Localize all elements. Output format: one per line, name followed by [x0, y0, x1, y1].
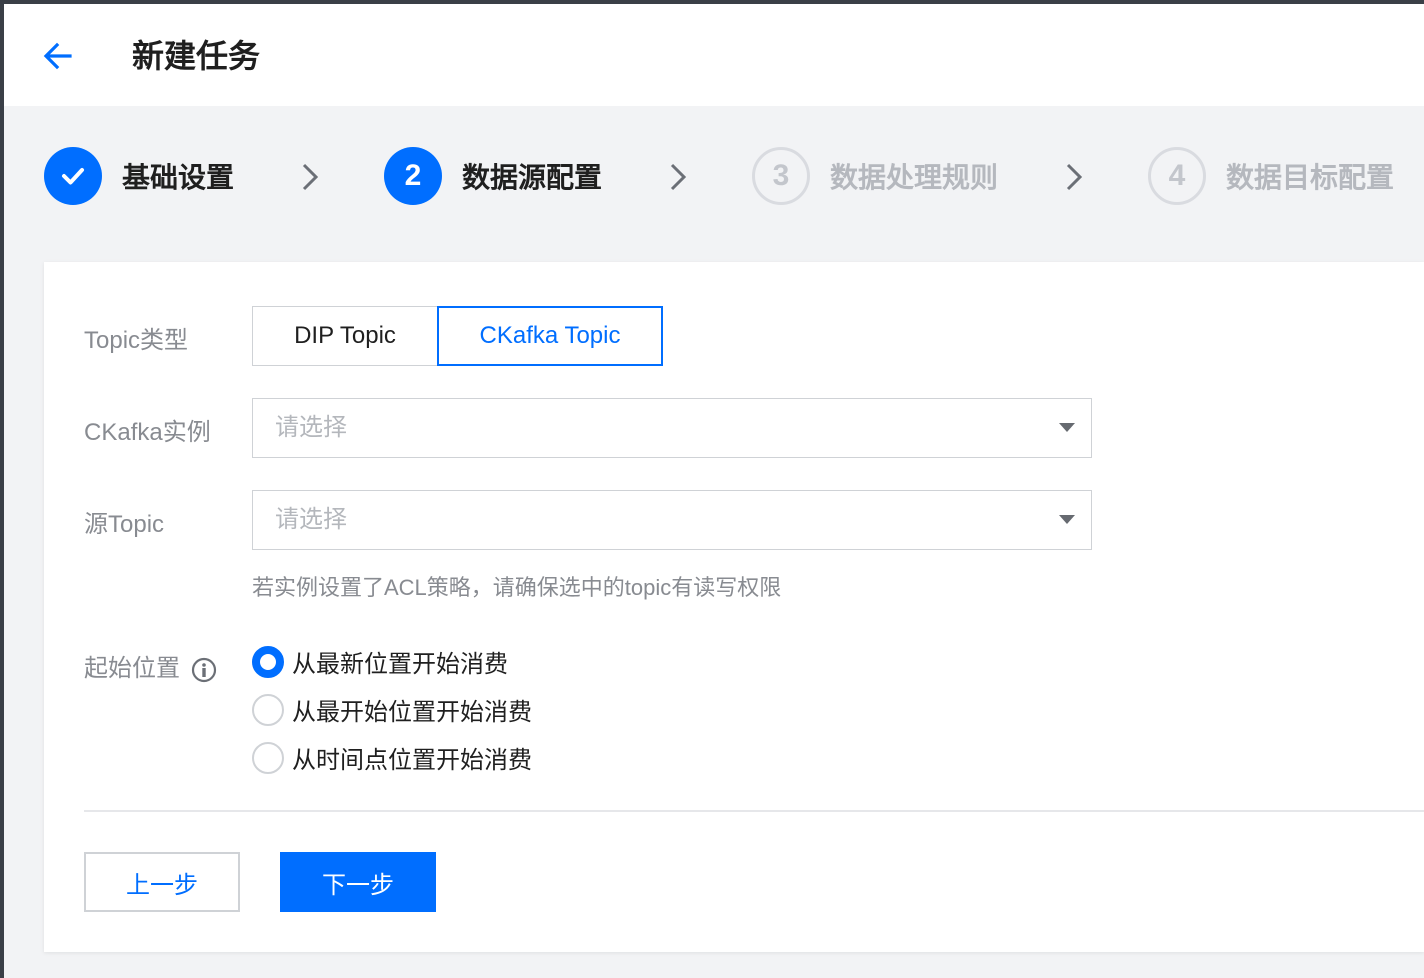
caret-down-icon [1059, 423, 1075, 432]
step-label: 基础设置 [122, 162, 235, 193]
next-step-button[interactable]: 下一步 [280, 852, 436, 912]
radio-unchecked-icon [252, 693, 284, 726]
page-header: 新建任务 [4, 4, 1424, 106]
step-data-source[interactable]: 2 数据源配置 [384, 147, 602, 205]
app-window: 新建任务 基础设置 2 数据源配置 3 数据处理规则 4 数据目标配置 Topi… [4, 4, 1424, 978]
step-basic-settings[interactable]: 基础设置 [44, 147, 234, 205]
ckafka-instance-label: CKafka实例 [84, 419, 211, 446]
step-done-circle [44, 147, 102, 205]
footer-divider [84, 810, 1424, 812]
stepper: 基础设置 2 数据源配置 3 数据处理规则 4 数据目标配置 [4, 106, 1424, 256]
step-number-circle: 4 [1148, 147, 1206, 205]
step-label: 数据处理规则 [830, 162, 999, 193]
step-label: 数据源配置 [462, 162, 603, 193]
acl-help-text: 若实例设置了ACL策略，请确保选中的topic有读写权限 [252, 575, 782, 600]
select-placeholder: 请选择 [275, 414, 347, 441]
chevron-right-icon [670, 163, 687, 191]
arrow-left-icon [43, 42, 72, 70]
topic-type-label: Topic类型 [84, 327, 189, 354]
radio-earliest[interactable]: 从最开始位置开始消费 [252, 692, 532, 727]
step-target-config[interactable]: 4 数据目标配置 [1148, 147, 1394, 205]
ckafka-topic-option[interactable]: CKafka Topic [437, 306, 663, 366]
step-processing-rules[interactable]: 3 数据处理规则 [752, 147, 998, 205]
prev-step-button[interactable]: 上一步 [84, 852, 240, 912]
select-placeholder: 请选择 [275, 506, 347, 533]
source-topic-select[interactable]: 请选择 [252, 490, 1092, 550]
caret-down-icon [1059, 515, 1075, 524]
radio-latest[interactable]: 从最新位置开始消费 [252, 644, 508, 679]
chevron-right-icon [1066, 163, 1083, 191]
start-position-label-row: 起始位置 [84, 648, 217, 683]
radio-timestamp[interactable]: 从时间点位置开始消费 [252, 740, 532, 775]
check-icon [62, 168, 84, 185]
radio-unchecked-icon [252, 741, 284, 774]
page-title: 新建任务 [132, 38, 261, 74]
ckafka-instance-select[interactable]: 请选择 [252, 398, 1092, 458]
radio-label: 从时间点位置开始消费 [292, 747, 532, 774]
topic-type-segmented: DIP Topic CKafka Topic [252, 306, 663, 366]
chevron-right-icon [302, 163, 319, 191]
info-icon[interactable] [191, 657, 217, 683]
start-position-label: 起始位置 [84, 655, 180, 682]
back-button[interactable] [40, 38, 76, 74]
radio-label: 从最新位置开始消费 [292, 651, 508, 678]
step-label: 数据目标配置 [1226, 162, 1395, 193]
radio-checked-icon [252, 645, 284, 678]
form-card: Topic类型 DIP Topic CKafka Topic CKafka实例 … [44, 262, 1424, 952]
dip-topic-option[interactable]: DIP Topic [252, 306, 438, 366]
radio-label: 从最开始位置开始消费 [292, 699, 532, 726]
step-number-circle: 2 [384, 147, 442, 205]
step-number-circle: 3 [752, 147, 810, 205]
source-topic-label: 源Topic [84, 511, 165, 538]
